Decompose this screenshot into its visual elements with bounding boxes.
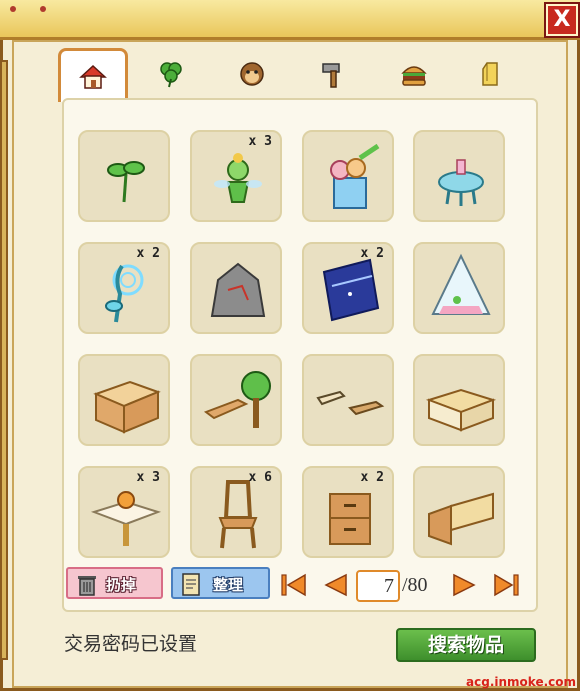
item-slot[interactable]: x 2 (78, 242, 170, 334)
house-icon (79, 64, 107, 89)
page-number-input[interactable]: 7 (356, 570, 400, 602)
item-slot[interactable] (413, 130, 505, 222)
last-page-icon[interactable] (491, 571, 521, 599)
item-slot[interactable] (413, 466, 505, 558)
trash-can-icon (78, 576, 96, 596)
item-slot[interactable]: x 6 (190, 466, 282, 558)
round-table-icon (438, 159, 484, 206)
low-table-icon (316, 390, 385, 416)
clipboard-icon (182, 573, 200, 596)
tab-valuables[interactable] (470, 54, 510, 94)
first-page-icon[interactable] (279, 571, 309, 599)
title-bar (0, 0, 580, 40)
tab-pets[interactable] (232, 54, 272, 94)
sort-label: 整理 (213, 576, 244, 594)
corner-ornament (10, 6, 16, 12)
hammer-icon (322, 63, 340, 88)
sort-button[interactable]: 整理 (171, 567, 270, 599)
item-quantity: x 3 (248, 134, 272, 149)
sprout-icon (107, 161, 145, 203)
terrarium-icon (431, 253, 491, 315)
item-quantity: x 3 (136, 470, 160, 485)
item-slot[interactable]: x 3 (78, 466, 170, 558)
item-quantity: x 2 (360, 246, 384, 261)
cabinet-icon (329, 493, 371, 545)
item-quantity: x 2 (136, 246, 160, 261)
search-items-button[interactable]: 搜索物品 (396, 628, 536, 662)
prev-page-icon[interactable] (320, 571, 350, 599)
tab-food[interactable] (394, 54, 434, 94)
monkey-face-icon (240, 62, 264, 86)
close-button[interactable]: X (544, 2, 580, 38)
item-slot[interactable] (302, 354, 394, 446)
tab-tools[interactable] (313, 54, 353, 94)
item-slot[interactable]: x 2 (302, 466, 394, 558)
item-quantity: x 2 (360, 470, 384, 485)
trade-password-status: 交易密码已设置 (64, 633, 198, 655)
bench-tree-icon (203, 371, 271, 428)
discard-label: 扔掉 (106, 576, 137, 594)
discard-button[interactable]: 扔掉 (66, 567, 163, 599)
sofa-icon (425, 388, 497, 432)
item-slot[interactable] (190, 354, 282, 446)
item-slot[interactable] (302, 130, 394, 222)
item-slot[interactable] (78, 130, 170, 222)
tab-furniture[interactable] (58, 48, 128, 102)
flower-glass-icon (330, 143, 380, 209)
wooden-chair-icon (218, 480, 258, 549)
clover-icon (160, 62, 182, 88)
item-slot[interactable] (78, 354, 170, 446)
category-tabs (50, 48, 520, 102)
gold-bar-icon (482, 62, 498, 86)
item-slot[interactable] (413, 242, 505, 334)
item-slot[interactable] (190, 242, 282, 334)
counter-icon (93, 380, 161, 434)
item-slot[interactable]: x 2 (302, 242, 394, 334)
flower-table-icon (90, 491, 162, 546)
corner-ornament (40, 6, 46, 12)
starry-sheet-icon (322, 258, 380, 322)
corner-counter-icon (428, 492, 494, 546)
watermark: acg.inmoke.com (466, 675, 576, 689)
item-slot[interactable] (413, 354, 505, 446)
burger-icon (401, 66, 427, 86)
flower-fairy-icon (214, 153, 262, 203)
page-total: /80 (402, 574, 428, 596)
rock-icon (210, 262, 266, 317)
left-border-ornament (0, 60, 8, 660)
glowing-plant-icon (105, 264, 144, 323)
tab-plants[interactable] (151, 54, 191, 94)
item-quantity: x 6 (248, 470, 272, 485)
item-slot[interactable]: x 3 (190, 130, 282, 222)
next-page-icon[interactable] (450, 571, 480, 599)
